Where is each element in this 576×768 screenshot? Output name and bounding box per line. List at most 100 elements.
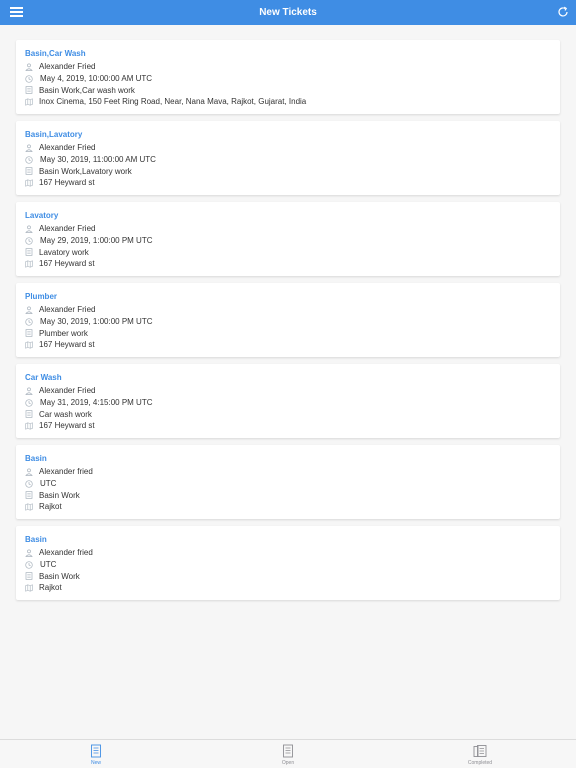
document-icon	[25, 86, 33, 94]
ticket-title: Basin,Lavatory	[25, 130, 83, 139]
ticket-assignee: Alexander fried	[39, 548, 93, 558]
ticket-address: Rajkot	[39, 502, 62, 512]
ticket-assignee: Alexander Fried	[39, 386, 96, 396]
person-icon	[25, 549, 33, 557]
clock-icon	[25, 155, 33, 164]
completed-tickets-icon	[473, 744, 487, 758]
tab-label: Open	[281, 760, 295, 766]
ticket-address-row: 167 Heyward st	[25, 177, 551, 189]
tab-bar: New Open Completed	[0, 739, 576, 768]
ticket-assignee-row: Alexander Fried	[25, 223, 551, 235]
ticket-datetime-row: UTC	[25, 478, 551, 490]
ticket-title: Basin	[25, 454, 47, 463]
map-icon	[25, 422, 33, 430]
ticket-datetime: UTC	[40, 479, 57, 489]
document-icon	[25, 410, 33, 418]
new-tickets-icon	[89, 744, 103, 758]
ticket-address-row: Rajkot	[25, 582, 551, 594]
map-icon	[25, 341, 33, 349]
ticket-title: Basin,Car Wash	[25, 49, 86, 58]
map-icon	[25, 584, 33, 592]
ticket-datetime-row: May 4, 2019, 10:00:00 AM UTC	[25, 73, 551, 85]
ticket-address-row: 167 Heyward st	[25, 420, 551, 432]
ticket-assignee-row: Alexander fried	[25, 466, 551, 478]
tab-open[interactable]: Open	[192, 740, 384, 768]
ticket-datetime: UTC	[40, 560, 57, 570]
ticket-datetime-row: May 29, 2019, 1:00:00 PM UTC	[25, 235, 551, 247]
ticket-address: Inox Cinema, 150 Feet Ring Road, Near, N…	[39, 97, 307, 107]
map-icon	[25, 98, 33, 106]
ticket-work: Lavatory work	[39, 247, 89, 257]
ticket-address: 167 Heyward st	[39, 178, 95, 188]
ticket-work-row: Car wash work	[25, 408, 551, 420]
document-icon	[25, 572, 33, 580]
ticket-card[interactable]: Basin Alexander fried UTC Basin Work Rajkot	[16, 445, 560, 519]
tab-label: New	[90, 760, 101, 766]
ticket-card[interactable]: Basin,Car Wash Alexander Fried May 4, 2019…	[16, 40, 560, 114]
document-icon	[25, 329, 33, 337]
open-tickets-icon	[281, 744, 295, 758]
clock-icon	[25, 560, 33, 569]
page-title: New Tickets	[259, 7, 317, 18]
clock-icon	[25, 398, 33, 407]
ticket-address-row: 167 Heyward st	[25, 258, 551, 270]
ticket-datetime: May 30, 2019, 1:00:00 PM UTC	[40, 317, 153, 327]
map-icon	[25, 503, 33, 511]
clock-icon	[25, 74, 33, 83]
ticket-card[interactable]: Lavatory Alexander Fried May 29, 2019, 1:0…	[16, 202, 560, 276]
tab-label: Completed	[467, 760, 493, 766]
map-icon	[25, 260, 33, 268]
ticket-work-row: Lavatory work	[25, 246, 551, 258]
ticket-work-row: Basin Work,Car wash work	[25, 84, 551, 96]
tab-new[interactable]: New	[0, 740, 192, 768]
ticket-list: Basin,Car Wash Alexander Fried May 4, 2019…	[16, 40, 560, 607]
ticket-work: Basin Work,Car wash work	[39, 85, 135, 95]
ticket-card[interactable]: Plumber Alexander Fried May 30, 2019, 1:00…	[16, 283, 560, 357]
ticket-assignee-row: Alexander Fried	[25, 142, 551, 154]
ticket-work: Car wash work	[39, 409, 92, 419]
ticket-assignee: Alexander Fried	[39, 224, 96, 234]
ticket-address-row: Inox Cinema, 150 Feet Ring Road, Near, N…	[25, 96, 551, 108]
document-icon	[25, 491, 33, 499]
ticket-datetime: May 31, 2019, 4:15:00 PM UTC	[40, 398, 153, 408]
person-icon	[25, 225, 33, 233]
clock-icon	[25, 479, 33, 488]
ticket-work: Basin Work	[39, 490, 80, 500]
ticket-title: Plumber	[25, 292, 58, 301]
ticket-datetime: May 30, 2019, 11:00:00 AM UTC	[40, 155, 156, 165]
ticket-datetime-row: UTC	[25, 559, 551, 571]
ticket-title: Basin	[25, 535, 47, 544]
ticket-address-row: 167 Heyward st	[25, 339, 551, 351]
ticket-assignee-row: Alexander Fried	[25, 385, 551, 397]
ticket-work-row: Basin Work,Lavatory work	[25, 165, 551, 177]
ticket-assignee: Alexander Fried	[39, 305, 96, 315]
ticket-address-row: Rajkot	[25, 501, 551, 513]
clock-icon	[25, 317, 33, 326]
ticket-address: 167 Heyward st	[39, 340, 95, 350]
ticket-work: Basin Work	[39, 571, 80, 581]
ticket-card[interactable]: Car Wash Alexander Fried May 31, 2019, 4:1…	[16, 364, 560, 438]
hamburger-menu-icon[interactable]	[10, 7, 23, 18]
ticket-assignee: Alexander Fried	[39, 62, 96, 72]
ticket-assignee: Alexander Fried	[39, 143, 96, 153]
ticket-card[interactable]: Basin,Lavatory Alexander Fried May 30, 201…	[16, 121, 560, 195]
ticket-work-row: Plumber work	[25, 327, 551, 339]
ticket-work: Plumber work	[39, 328, 88, 338]
ticket-address: 167 Heyward st	[39, 259, 95, 269]
ticket-assignee-row: Alexander Fried	[25, 61, 551, 73]
document-icon	[25, 167, 33, 175]
tab-completed[interactable]: Completed	[384, 740, 576, 768]
ticket-card[interactable]: Basin Alexander fried UTC Basin Work Rajkot	[16, 526, 560, 600]
person-icon	[25, 387, 33, 395]
ticket-work-row: Basin Work	[25, 570, 551, 582]
navigation-bar: New Tickets	[0, 0, 576, 25]
ticket-work: Basin Work,Lavatory work	[39, 166, 132, 176]
ticket-datetime: May 29, 2019, 1:00:00 PM UTC	[40, 236, 153, 246]
ticket-datetime: May 4, 2019, 10:00:00 AM UTC	[40, 74, 153, 84]
ticket-datetime-row: May 31, 2019, 4:15:00 PM UTC	[25, 397, 551, 409]
ticket-datetime-row: May 30, 2019, 11:00:00 AM UTC	[25, 154, 551, 166]
person-icon	[25, 306, 33, 314]
person-icon	[25, 468, 33, 476]
ticket-assignee-row: Alexander Fried	[25, 304, 551, 316]
refresh-icon[interactable]	[556, 5, 570, 19]
